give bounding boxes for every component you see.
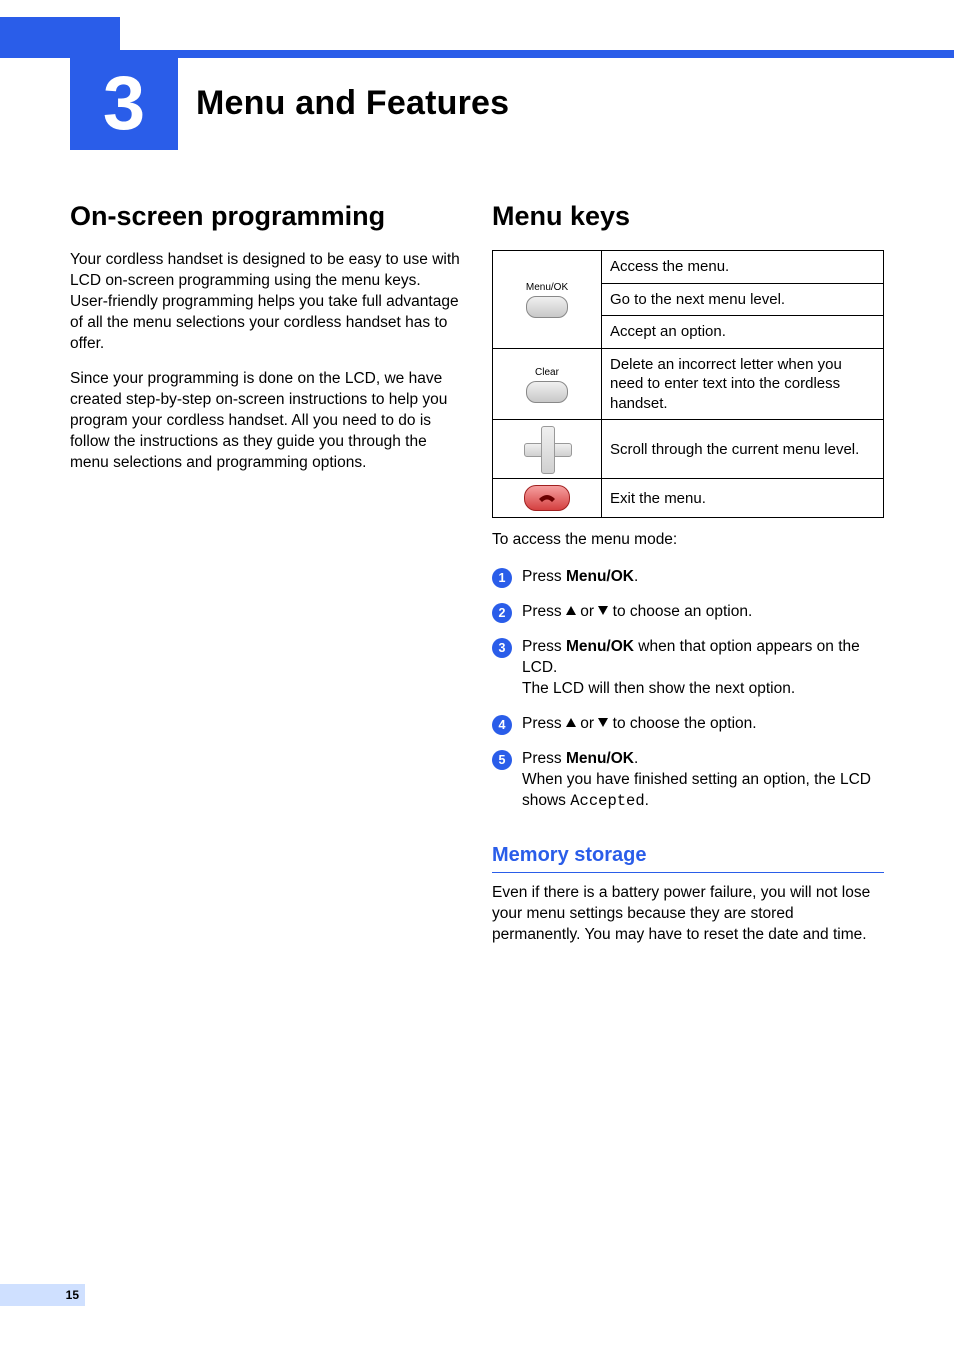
clear-label: Clear bbox=[535, 366, 559, 379]
menuok-key-cell: Menu/OK bbox=[493, 251, 602, 349]
dpad-icon bbox=[524, 426, 570, 472]
step-text-fragment: Press bbox=[522, 638, 566, 655]
clear-key-icon bbox=[526, 381, 568, 403]
up-arrow-icon bbox=[566, 606, 576, 615]
step-2-text: Press or to choose an option. bbox=[522, 602, 884, 623]
step-text-fragment: Press bbox=[522, 750, 566, 767]
menuok-desc-2: Go to the next menu level. bbox=[602, 283, 884, 316]
step-text-fragment: Press bbox=[522, 568, 566, 585]
end-key-cell bbox=[493, 479, 602, 518]
clear-desc: Delete an incorrect letter when you need… bbox=[602, 348, 884, 420]
step-number-icon: 1 bbox=[492, 568, 512, 588]
section-heading-onscreen: On-screen programming bbox=[70, 200, 462, 232]
step-text-fragment: . bbox=[634, 568, 638, 585]
step-text-fragment: Press bbox=[522, 603, 566, 620]
step-text-fragment: to choose an option. bbox=[608, 603, 752, 620]
menuok-desc-1: Access the menu. bbox=[602, 251, 884, 284]
subsection-heading-memory: Memory storage bbox=[492, 842, 884, 873]
content-columns: On-screen programming Your cordless hand… bbox=[70, 200, 884, 1268]
chapter-number-box: 3 bbox=[70, 58, 178, 150]
up-arrow-icon bbox=[566, 718, 576, 727]
end-call-icon bbox=[524, 485, 570, 511]
access-menu-intro: To access the menu mode: bbox=[492, 530, 884, 551]
step-4-text: Press or to choose the option. bbox=[522, 714, 884, 735]
step-number-icon: 5 bbox=[492, 750, 512, 770]
chapter-title: Menu and Features bbox=[196, 81, 509, 127]
chapter-header: 3 Menu and Features bbox=[70, 58, 890, 150]
step-text-fragment: or bbox=[576, 603, 598, 620]
clear-key-cell: Clear bbox=[493, 348, 602, 420]
onscreen-paragraph-1: Your cordless handset is designed to be … bbox=[70, 250, 462, 355]
onscreen-paragraph-2: Since your programming is done on the LC… bbox=[70, 369, 462, 474]
hangup-icon bbox=[538, 493, 556, 503]
step-2: 2 Press or to choose an option. bbox=[492, 602, 884, 623]
table-row: Menu/OK Access the menu. bbox=[493, 251, 884, 284]
step-text-bold: Menu/OK bbox=[566, 638, 634, 655]
menuok-label: Menu/OK bbox=[526, 281, 568, 294]
step-3-text: Press Menu/OK when that option appears o… bbox=[522, 637, 884, 700]
step-number-icon: 2 bbox=[492, 603, 512, 623]
step-5-text: Press Menu/OK. When you have finished se… bbox=[522, 749, 884, 812]
table-row: Clear Delete an incorrect letter when yo… bbox=[493, 348, 884, 420]
step-1: 1 Press Menu/OK. bbox=[492, 567, 884, 588]
memory-paragraph: Even if there is a battery power failure… bbox=[492, 883, 884, 946]
page-number: 15 bbox=[0, 1284, 85, 1306]
step-text-fragment: The LCD will then show the next option. bbox=[522, 680, 795, 697]
menu-keys-table: Menu/OK Access the menu. Go to the next … bbox=[492, 250, 884, 518]
table-row: Scroll through the current menu level. bbox=[493, 420, 884, 479]
down-arrow-icon bbox=[598, 606, 608, 615]
step-text-fragment: or bbox=[576, 715, 598, 732]
step-text-bold: Menu/OK bbox=[566, 568, 634, 585]
header-stripe bbox=[0, 50, 954, 58]
step-text-fragment: to choose the option. bbox=[608, 715, 756, 732]
step-1-text: Press Menu/OK. bbox=[522, 567, 884, 588]
right-column: Menu keys Menu/OK Access the menu. Go to… bbox=[492, 200, 884, 1268]
menuok-desc-3: Accept an option. bbox=[602, 316, 884, 349]
step-text-bold: Menu/OK bbox=[566, 750, 634, 767]
dpad-key-cell bbox=[493, 420, 602, 479]
step-number-icon: 4 bbox=[492, 715, 512, 735]
step-5: 5 Press Menu/OK. When you have finished … bbox=[492, 749, 884, 812]
step-3: 3 Press Menu/OK when that option appears… bbox=[492, 637, 884, 700]
section-heading-menukeys: Menu keys bbox=[492, 200, 884, 232]
step-number-icon: 3 bbox=[492, 638, 512, 658]
table-row: Exit the menu. bbox=[493, 479, 884, 518]
step-text-fragment: . bbox=[634, 750, 638, 767]
down-arrow-icon bbox=[598, 718, 608, 727]
step-text-fragment: Press bbox=[522, 715, 566, 732]
page: 3 Menu and Features On-screen programmin… bbox=[0, 0, 954, 1348]
step-text-fragment: . bbox=[645, 792, 649, 809]
end-desc: Exit the menu. bbox=[602, 479, 884, 518]
dpad-desc: Scroll through the current menu level. bbox=[602, 420, 884, 479]
menuok-key-icon bbox=[526, 296, 568, 318]
step-4: 4 Press or to choose the option. bbox=[492, 714, 884, 735]
left-column: On-screen programming Your cordless hand… bbox=[70, 200, 462, 1268]
step-text-code: Accepted bbox=[570, 792, 644, 810]
